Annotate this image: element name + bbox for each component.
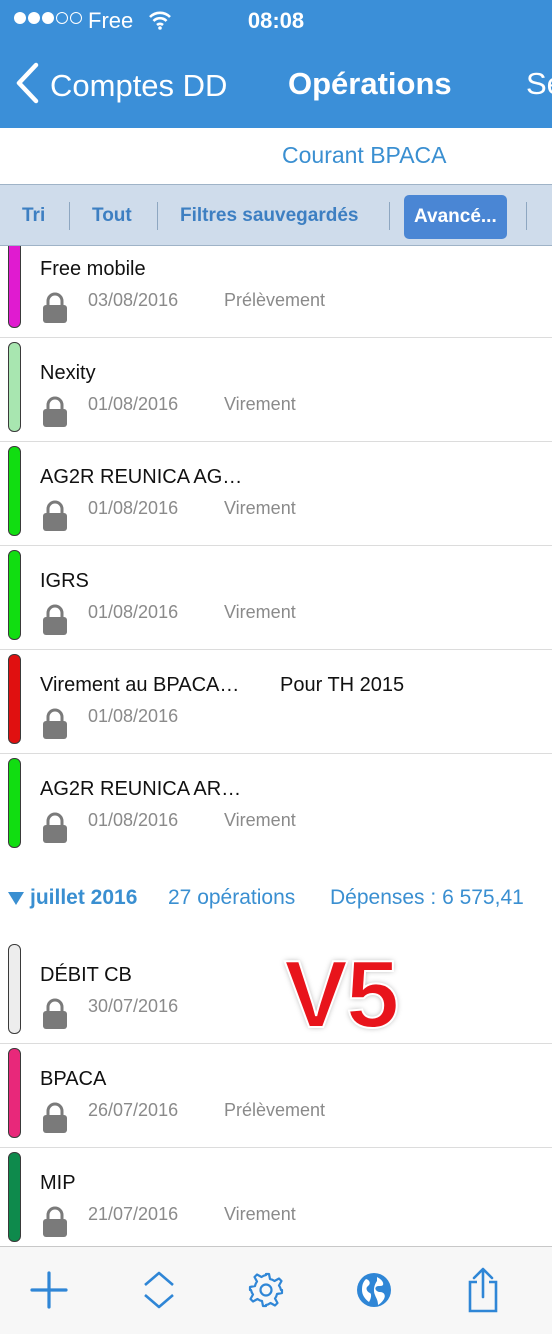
navigation-header: Free 08:08 Comptes DD Opérations Se: [0, 0, 552, 128]
operations-list[interactable]: Free mobile 03/08/2016 Prélèvement Nexity 01…: [0, 246, 552, 1246]
transaction-date: 01/08/2016: [88, 810, 179, 830]
lock-icon: [42, 1206, 68, 1243]
transaction-row[interactable]: Virement au BPACA… Pour TH 2015 01/08/2016: [0, 650, 552, 754]
section-spending: Dépenses : 6 575,41: [330, 886, 524, 909]
divider: [69, 202, 70, 230]
divider: [157, 202, 158, 230]
filter-advanced-button[interactable]: Avancé...: [404, 195, 507, 239]
section-month: juillet 2016: [30, 886, 138, 909]
account-header: Courant BPACA: [0, 128, 552, 184]
lock-icon: [42, 1102, 68, 1139]
category-color-bar: [8, 342, 21, 432]
filter-all-button[interactable]: Tout: [92, 185, 132, 247]
page-title: Opérations: [288, 66, 452, 101]
transaction-type: Prélèvement: [224, 1100, 326, 1120]
divider: [389, 202, 390, 230]
filter-segmented-bar: Tri Tout Filtres sauvegardés Avancé...: [0, 184, 552, 246]
transaction-title: BPACA: [40, 1068, 107, 1090]
divider: [526, 202, 527, 230]
transaction-date: 03/08/2016: [88, 290, 179, 310]
filter-sort-button[interactable]: Tri: [22, 185, 45, 247]
transaction-type: Virement: [224, 1204, 296, 1224]
transaction-title: Nexity: [40, 362, 96, 384]
transaction-date: 01/08/2016: [88, 394, 179, 414]
transaction-row[interactable]: MIP 21/07/2016 Virement: [0, 1148, 552, 1246]
category-color-bar: [8, 758, 21, 848]
transaction-row[interactable]: BPACA 26/07/2016 Prélèvement: [0, 1044, 552, 1148]
lock-icon: [42, 500, 68, 537]
transaction-date: 26/07/2016: [88, 1100, 179, 1120]
transaction-type: Virement: [224, 602, 296, 622]
transaction-type: Prélèvement: [224, 290, 326, 310]
category-color-bar: [8, 446, 21, 536]
back-button-label: Comptes DD: [50, 67, 228, 103]
transaction-title: IGRS: [40, 570, 89, 592]
transaction-title: MIP: [40, 1172, 76, 1194]
share-icon[interactable]: [458, 1265, 508, 1315]
transaction-row[interactable]: Free mobile 03/08/2016 Prélèvement: [0, 246, 552, 338]
transaction-title: AG2R REUNICA AR…: [40, 778, 242, 800]
transaction-row[interactable]: IGRS 01/08/2016 Virement: [0, 546, 552, 650]
transaction-date: 30/07/2016: [88, 996, 179, 1016]
status-bar: Free 08:08: [0, 8, 552, 36]
gear-icon[interactable]: [241, 1265, 291, 1315]
next-nav-link[interactable]: Se: [526, 66, 552, 102]
transaction-type: Virement: [224, 810, 296, 830]
transaction-row[interactable]: AG2R REUNICA AR… 01/08/2016 Virement: [0, 754, 552, 858]
category-color-bar: [8, 944, 21, 1034]
transaction-title: DÉBIT CB: [40, 964, 132, 986]
transaction-date: 21/07/2016: [88, 1204, 179, 1224]
transaction-row[interactable]: Nexity 01/08/2016 Virement: [0, 338, 552, 442]
transaction-date: 01/08/2016: [88, 498, 179, 518]
category-color-bar: [8, 1048, 21, 1138]
status-time: 08:08: [247, 8, 305, 33]
lock-icon: [42, 604, 68, 641]
sort-icon[interactable]: [134, 1265, 184, 1315]
back-button[interactable]: Comptes DD: [14, 62, 227, 109]
bottom-toolbar: [0, 1246, 552, 1334]
category-color-bar: [8, 654, 21, 744]
transaction-type: Virement: [224, 498, 296, 518]
account-name[interactable]: Courant BPACA: [282, 142, 446, 169]
disclosure-triangle-icon[interactable]: [8, 892, 24, 911]
month-section-header[interactable]: juillet 2016 27 opérations Dépenses : 6 …: [0, 856, 552, 946]
version-stamp: V5: [283, 940, 400, 1049]
transaction-type: Virement: [224, 394, 296, 414]
transaction-row[interactable]: AG2R REUNICA AG… 01/08/2016 Virement: [0, 442, 552, 546]
filter-saved-button[interactable]: Filtres sauvegardés: [180, 185, 358, 247]
lock-icon: [42, 812, 68, 849]
lock-icon: [42, 396, 68, 433]
plus-icon[interactable]: [24, 1265, 74, 1315]
transaction-date: 01/08/2016: [88, 602, 179, 622]
lock-icon: [42, 292, 68, 329]
lock-icon: [42, 708, 68, 745]
transaction-title: AG2R REUNICA AG…: [40, 466, 243, 488]
transaction-date: 01/08/2016: [88, 706, 179, 726]
globe-icon[interactable]: [349, 1265, 399, 1315]
transaction-title: Free mobile: [40, 258, 146, 280]
section-operation-count: 27 opérations: [168, 886, 296, 909]
transaction-title: Virement au BPACA…: [40, 674, 240, 696]
chevron-left-icon: [14, 62, 40, 109]
transaction-row[interactable]: DÉBIT CB 30/07/2016: [0, 940, 552, 1044]
lock-icon: [42, 998, 68, 1035]
transaction-note: Pour TH 2015: [280, 674, 405, 696]
category-color-bar: [8, 246, 21, 328]
category-color-bar: [8, 1152, 21, 1242]
category-color-bar: [8, 550, 21, 640]
